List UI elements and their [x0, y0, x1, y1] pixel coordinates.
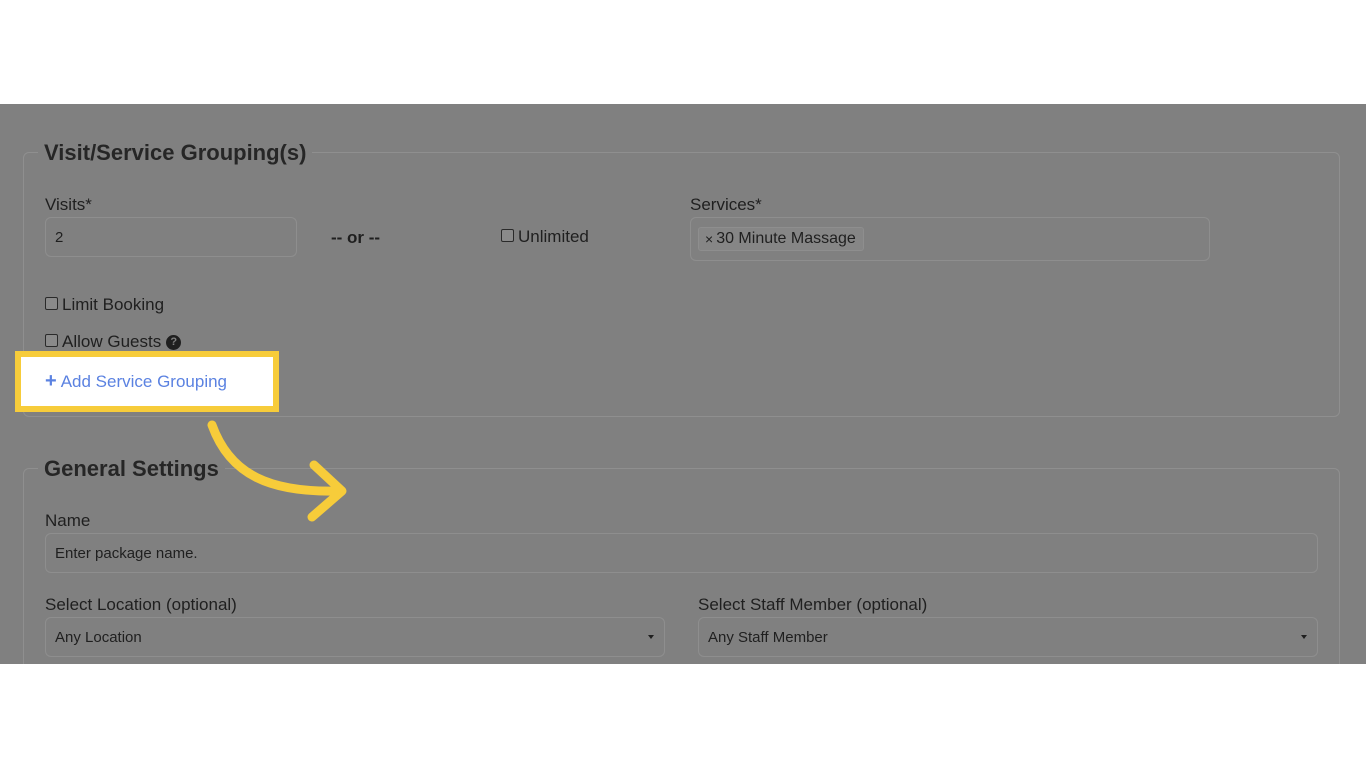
location-select[interactable]: Any Location — [45, 617, 665, 657]
name-label: Name — [45, 511, 91, 530]
staff-label: Select Staff Member (optional) — [698, 595, 928, 614]
chevron-down-icon — [648, 635, 654, 639]
service-tag[interactable]: × 30 Minute Massage — [698, 227, 864, 251]
service-tag-label: 30 Minute Massage — [716, 230, 856, 247]
visits-input[interactable]: 2 — [45, 217, 297, 257]
name-placeholder: Enter package name. — [55, 544, 198, 562]
name-input[interactable]: Enter package name. — [45, 533, 1318, 573]
staff-value: Any Staff Member — [708, 628, 828, 646]
plus-icon: + — [45, 370, 57, 392]
or-separator: -- or -- — [331, 228, 381, 247]
visits-label: Visits* — [45, 195, 92, 214]
help-icon[interactable]: ? — [166, 334, 182, 350]
location-label: Select Location (optional) — [45, 595, 237, 614]
services-multiselect[interactable]: × 30 Minute Massage — [690, 217, 1210, 261]
unlimited-label: Unlimited — [518, 227, 589, 246]
limit-booking-label: Limit Booking — [62, 295, 165, 314]
limit-booking-row[interactable]: Limit Booking — [45, 295, 164, 315]
general-settings-title: General Settings — [38, 456, 225, 482]
allow-guests-checkbox[interactable] — [45, 333, 58, 347]
chevron-down-icon — [1301, 635, 1307, 639]
allow-guests-row[interactable]: Allow Guests ? — [45, 332, 182, 352]
unlimited-checkbox-row[interactable]: Unlimited — [501, 227, 589, 247]
services-label: Services* — [690, 195, 762, 214]
limit-booking-checkbox[interactable] — [45, 296, 58, 310]
visits-value: 2 — [55, 228, 64, 246]
curved-arrow-icon — [207, 420, 347, 522]
staff-select[interactable]: Any Staff Member — [698, 617, 1318, 657]
add-service-grouping-label: Add Service Grouping — [60, 371, 228, 391]
tag-remove-icon[interactable]: × — [705, 231, 713, 247]
grouping-title: Visit/Service Grouping(s) — [38, 140, 313, 166]
location-value: Any Location — [55, 628, 142, 646]
unlimited-checkbox[interactable] — [501, 228, 514, 242]
add-service-grouping-button[interactable]: + Add Service Grouping — [15, 351, 279, 412]
allow-guests-label: Allow Guests — [62, 332, 162, 351]
